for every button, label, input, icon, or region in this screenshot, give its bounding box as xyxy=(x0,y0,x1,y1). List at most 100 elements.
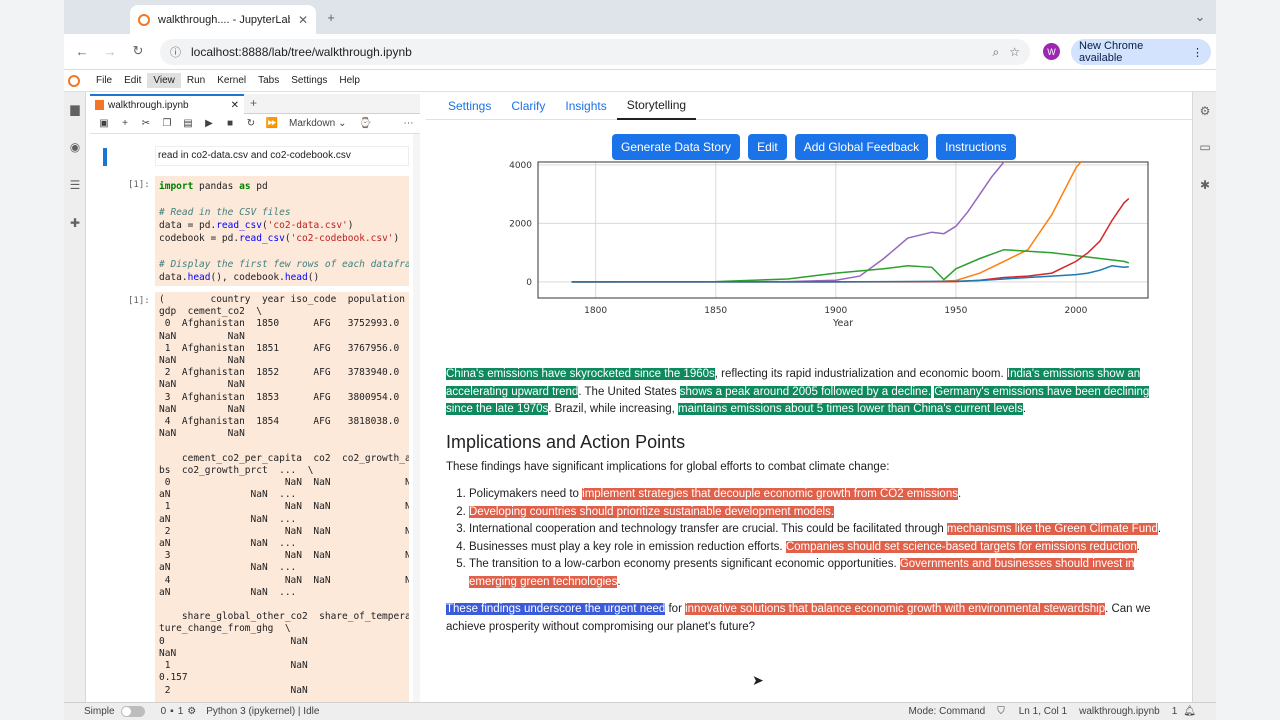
highlight-action[interactable]: implement strategies that decouple econo… xyxy=(582,488,958,500)
data-story: China's emissions have skyrocketed since… xyxy=(446,366,1176,636)
x-tick-label: 2000 xyxy=(1064,306,1087,316)
code-comment: # Read in the CSV files xyxy=(159,207,291,218)
story-text: . xyxy=(617,575,621,588)
insert-cell-icon[interactable]: + xyxy=(117,116,133,132)
kebab-menu-icon[interactable]: ⋮ xyxy=(1192,46,1203,59)
highlight-selected[interactable]: These findings underscore the urgent nee… xyxy=(446,603,666,615)
kernel-gear-icon[interactable]: ⚙ xyxy=(187,706,196,717)
code-string: 'co2-codebook.csv' xyxy=(290,233,394,244)
active-cell-indicator xyxy=(103,148,107,166)
notebook-tab-bar: walkthrough.ipynb ✕ + xyxy=(90,94,420,114)
notebook-toolbar: ▣ + ✂ ❐ ▤ ▶ ■ ↻ ⏩ Markdown ⌄ ⌚ ⋯ xyxy=(90,114,420,134)
x-tick-label: 1800 xyxy=(584,306,607,316)
highlight-insight[interactable]: shows a peak around 2005 followed by a d… xyxy=(679,385,932,398)
code-comment: # Display the first few rows of each dat… xyxy=(159,259,409,270)
output-prompt: [1]: xyxy=(128,296,150,306)
trusted-shield-icon: ⛉ xyxy=(997,706,1005,717)
restart-icon[interactable]: ↻ xyxy=(243,116,259,132)
tab-search-icon[interactable]: ⌄ xyxy=(1189,6,1211,28)
add-global-feedback-button[interactable]: Add Global Feedback xyxy=(794,134,929,160)
paste-icon[interactable]: ▤ xyxy=(180,116,196,132)
cell-type-select[interactable]: Markdown ⌄ xyxy=(289,118,347,129)
more-options-icon[interactable]: ⋯ xyxy=(401,116,417,132)
edit-button[interactable]: Edit xyxy=(748,134,787,160)
extensions-puzzle-icon[interactable]: ✚ xyxy=(64,212,86,234)
menu-settings[interactable]: Settings xyxy=(285,73,333,88)
instructions-button[interactable]: Instructions xyxy=(936,134,1016,160)
highlight-action[interactable]: Developing countries should prioritize s… xyxy=(469,505,835,518)
zoom-icon[interactable]: ⌕ xyxy=(993,45,1000,60)
kernel-status[interactable]: Python 3 (ipykernel) | Idle xyxy=(206,706,319,717)
profile-avatar[interactable]: W xyxy=(1043,43,1060,60)
notebook-body[interactable]: read in co2-data.csv and co2-codebook.cs… xyxy=(90,134,420,702)
story-text: . Brazil, while increasing, xyxy=(548,403,679,415)
new-chrome-label: New Chrome available xyxy=(1079,40,1144,64)
cut-icon[interactable]: ✂ xyxy=(138,116,154,132)
run-icon[interactable]: ▶ xyxy=(201,116,217,132)
list-item: Businesses must play a key role in emiss… xyxy=(469,539,1176,557)
address-bar[interactable]: ⓘ localhost:8888/lab/tree/walkthrough.ip… xyxy=(160,39,1030,65)
menu-view[interactable]: View xyxy=(147,73,181,88)
notification-bell-icon[interactable]: 🔔︎ xyxy=(1183,706,1196,717)
story-text: Policymakers need to xyxy=(469,488,583,500)
highlight-insight[interactable]: maintains emissions about 5 times lower … xyxy=(678,403,1023,415)
debugger-bug-icon[interactable]: ✱ xyxy=(1194,174,1216,196)
code-cell[interactable]: import pandas as pd # Read in the CSV fi… xyxy=(155,176,409,286)
story-text: International cooperation and technology… xyxy=(469,523,947,535)
menu-help[interactable]: Help xyxy=(333,73,366,88)
tab-storytelling[interactable]: Storytelling xyxy=(616,92,697,120)
conclusion-paragraph: These findings underscore the urgent nee… xyxy=(446,601,1176,636)
back-arrow-icon[interactable]: ← xyxy=(71,40,93,62)
highlight-action[interactable]: Companies should set science-based targe… xyxy=(785,540,1137,553)
tab-insights[interactable]: Insights xyxy=(555,92,616,120)
status-bar: Simple 0 ▪ 1 ⚙ Python 3 (ipykernel) | Id… xyxy=(64,702,1216,720)
close-tab-icon[interactable]: ✕ xyxy=(298,13,308,27)
new-chrome-available-button[interactable]: New Chrome available ⋮ xyxy=(1071,39,1211,65)
highlight-insight[interactable]: China's emissions have skyrocketed since… xyxy=(446,368,715,380)
markdown-cell[interactable]: read in co2-data.csv and co2-codebook.cs… xyxy=(155,146,409,166)
generate-data-story-button[interactable]: Generate Data Story xyxy=(612,134,741,160)
fast-forward-icon[interactable]: ⏩ xyxy=(264,116,280,132)
highlight-action[interactable]: mechanisms like the Green Climate Fund xyxy=(946,523,1158,535)
forward-arrow-icon[interactable]: → xyxy=(99,40,121,62)
highlight-action[interactable]: innovative solutions that balance econom… xyxy=(685,603,1106,615)
new-launcher-icon[interactable]: + xyxy=(250,96,257,110)
stop-icon[interactable]: ■ xyxy=(222,116,238,132)
terminal-icon[interactable]: ▪ xyxy=(170,706,174,717)
action-points-list: Policymakers need to implement strategie… xyxy=(469,486,1176,591)
reload-icon[interactable]: ↻ xyxy=(127,40,149,62)
y-tick-label: 4000 xyxy=(509,161,532,171)
close-notebook-icon[interactable]: ✕ xyxy=(231,100,239,111)
folder-icon[interactable]: ▆ xyxy=(64,98,86,120)
story-text: . xyxy=(957,488,962,500)
notebook-tab-label: walkthrough.ipynb xyxy=(108,99,189,111)
simple-mode-toggle[interactable] xyxy=(120,706,145,717)
kernel-status-icon[interactable]: ⌚ xyxy=(358,116,374,132)
story-text: Businesses must play a key role in emiss… xyxy=(469,540,786,553)
story-text: . xyxy=(1136,540,1140,553)
tab-settings[interactable]: Settings xyxy=(438,92,501,120)
cursor-position[interactable]: Ln 1, Col 1 xyxy=(1019,706,1067,717)
running-kernels-icon[interactable]: ◉ xyxy=(64,136,86,158)
new-tab-button[interactable]: + xyxy=(320,6,342,28)
section-heading: Implications and Action Points xyxy=(446,431,686,452)
save-icon[interactable]: ▣ xyxy=(96,116,112,132)
menu-edit[interactable]: Edit xyxy=(118,73,147,88)
table-of-contents-icon[interactable]: ☰ xyxy=(64,174,86,196)
notebook-tab[interactable]: walkthrough.ipynb ✕ xyxy=(90,94,244,114)
notebook-scrollbar[interactable] xyxy=(413,134,420,702)
bookmark-star-icon[interactable]: ☆ xyxy=(1009,45,1020,59)
property-inspector-icon[interactable]: ⚙ xyxy=(1194,100,1216,122)
code-token: head xyxy=(187,272,211,283)
tab-clarify[interactable]: Clarify xyxy=(501,92,555,120)
menu-kernel[interactable]: Kernel xyxy=(211,73,252,88)
menu-file[interactable]: File xyxy=(90,73,118,88)
screen-frame-right xyxy=(1216,0,1280,720)
jupyter-logo-icon xyxy=(68,74,80,87)
browser-tab[interactable]: walkthrough.... - JupyterLab ✕ xyxy=(130,5,316,34)
storytelling-panel-icon[interactable]: ▭ xyxy=(1194,136,1216,158)
copy-icon[interactable]: ❐ xyxy=(159,116,175,132)
site-info-icon[interactable]: ⓘ xyxy=(170,44,181,60)
menu-tabs[interactable]: Tabs xyxy=(252,73,285,88)
menu-run[interactable]: Run xyxy=(181,73,211,88)
